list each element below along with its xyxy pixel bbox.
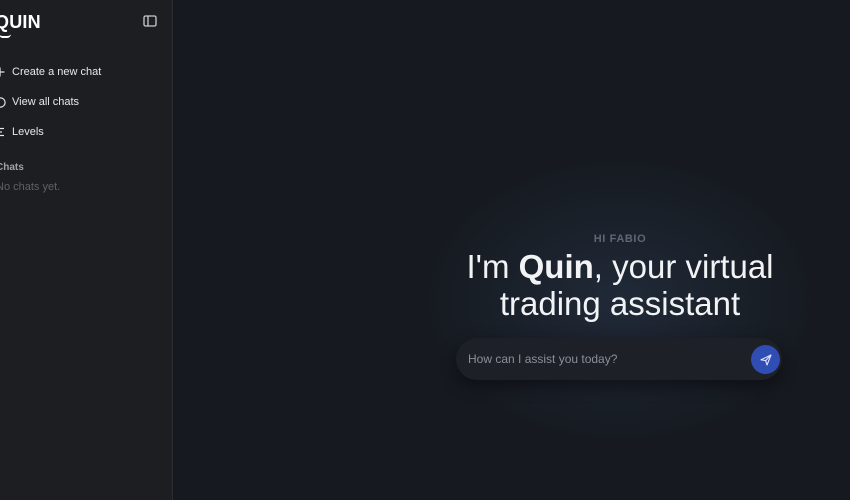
sidebar-item-create-chat[interactable]: Create a new chat bbox=[0, 60, 164, 84]
logo-q: Q bbox=[0, 12, 11, 38]
app-root: Q UIN Create a new chat View all chats L… bbox=[0, 0, 850, 500]
sidebar: Q UIN Create a new chat View all chats L… bbox=[0, 0, 173, 500]
sidebar-item-label: Create a new chat bbox=[12, 66, 102, 78]
greeting-label: HI FABIO bbox=[593, 233, 647, 245]
page-title: I'm Quin, your virtual trading assistant bbox=[466, 248, 774, 322]
chats-empty-note: No chats yet. bbox=[0, 181, 61, 193]
sidebar-item-levels[interactable]: Levels bbox=[0, 120, 164, 144]
logo-text: UIN bbox=[9, 11, 41, 32]
main-panel: HI FABIO I'm Quin, your virtual trading … bbox=[174, 0, 850, 500]
list-icon bbox=[0, 126, 6, 138]
chat-input-box bbox=[456, 338, 782, 380]
sidebar-item-label: Levels bbox=[12, 126, 44, 138]
assistant-name: Quin bbox=[518, 248, 594, 285]
chats-section-title: Chats bbox=[0, 162, 24, 173]
sidebar-panel-icon bbox=[143, 15, 157, 27]
sidebar-item-label: View all chats bbox=[12, 96, 80, 108]
circle-icon bbox=[0, 96, 6, 108]
plus-icon bbox=[0, 66, 6, 78]
chat-input[interactable] bbox=[468, 338, 738, 380]
sidebar-item-view-all-chats[interactable]: View all chats bbox=[0, 90, 164, 114]
logo: Q UIN bbox=[0, 10, 41, 38]
sidebar-toggle-button[interactable] bbox=[140, 12, 160, 30]
send-button[interactable] bbox=[751, 345, 780, 374]
send-icon bbox=[759, 353, 772, 366]
